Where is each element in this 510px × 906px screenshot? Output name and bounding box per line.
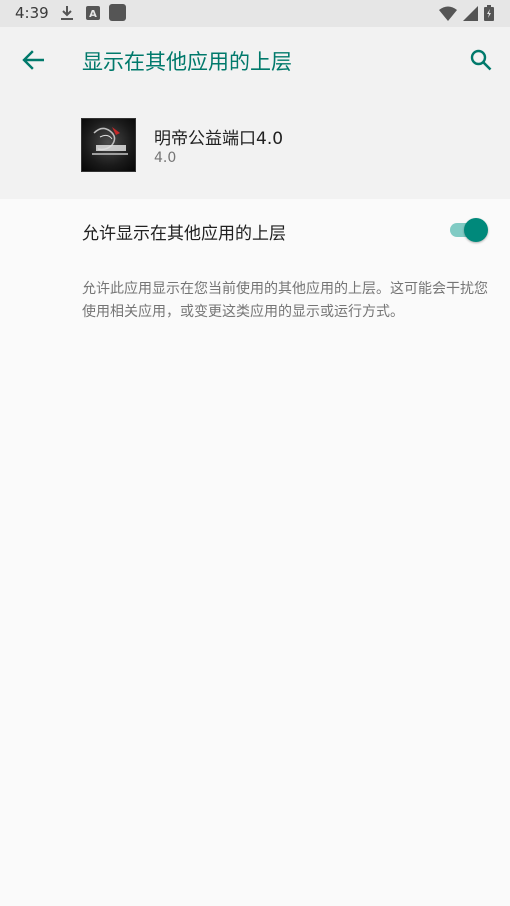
search-button[interactable]: [466, 45, 496, 75]
setting-label: 允许显示在其他应用的上层: [82, 224, 286, 244]
square-notification-icon: [109, 4, 126, 25]
wifi-icon: [439, 6, 457, 25]
allow-overlay-setting-row[interactable]: 允许显示在其他应用的上层: [0, 199, 510, 263]
back-button[interactable]: [18, 45, 48, 75]
download-icon: [60, 5, 74, 25]
a-notification-icon: A: [86, 5, 100, 24]
app-icon: [81, 118, 136, 172]
status-time: 4:39: [15, 4, 49, 22]
battery-icon: [484, 5, 494, 25]
arrow-back-icon: [22, 50, 44, 70]
app-version: 4.0: [154, 150, 177, 166]
status-bar: 4:39 A: [0, 0, 510, 27]
search-icon: [470, 49, 492, 71]
setting-description: 允许此应用显示在您当前使用的其他应用的上层。这可能会干扰您使用相关应用，或变更这…: [82, 281, 488, 320]
signal-icon: [463, 5, 478, 25]
page-title: 显示在其他应用的上层: [82, 50, 292, 74]
toggle-thumb: [464, 218, 488, 242]
svg-text:A: A: [89, 9, 97, 20]
app-name: 明帝公益端口4.0: [154, 129, 284, 149]
allow-overlay-toggle[interactable]: [450, 218, 488, 242]
toolbar: 显示在其他应用的上层: [0, 27, 510, 93]
app-header: 明帝公益端口4.0 4.0: [0, 93, 510, 199]
